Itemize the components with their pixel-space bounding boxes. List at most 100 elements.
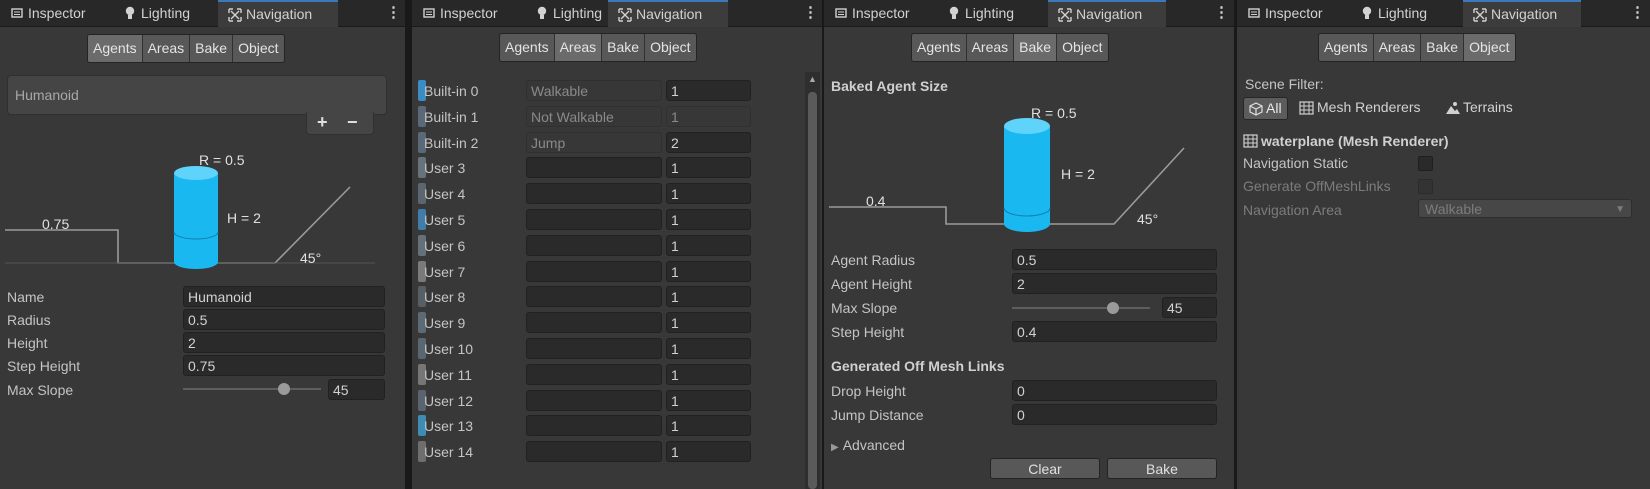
panel-menu-icon[interactable]: ⋮ bbox=[803, 0, 818, 26]
filter-all-button[interactable]: All bbox=[1243, 97, 1288, 120]
jump-distance-field[interactable]: 0 bbox=[1012, 404, 1217, 425]
baked-agent-diagram: R = 0.5 H = 2 0.4 45° bbox=[829, 105, 1185, 232]
slope-label: 45° bbox=[300, 250, 321, 266]
subtab-areas[interactable]: Areas bbox=[554, 34, 603, 61]
subtab-object[interactable]: Object bbox=[1464, 34, 1515, 61]
subtab-areas[interactable]: Areas bbox=[1374, 34, 1422, 61]
panel-menu-icon[interactable]: ⋮ bbox=[386, 0, 401, 26]
tab-navigation[interactable]: Navigation bbox=[218, 0, 338, 27]
remove-agent-button[interactable]: − bbox=[347, 112, 358, 133]
area-name-field[interactable] bbox=[526, 183, 662, 205]
step-height-field[interactable]: 0.4 bbox=[1012, 321, 1217, 342]
drop-height-field[interactable]: 0 bbox=[1012, 380, 1217, 401]
area-name-label: User 6 bbox=[424, 237, 466, 254]
area-name-field[interactable] bbox=[526, 157, 662, 179]
area-list: Built-in 0 Walkable 1 Built-in 1 Not Walkabl… bbox=[412, 72, 804, 489]
tab-lighting[interactable]: Lighting bbox=[937, 0, 1040, 26]
agent-radius-field[interactable]: 0.5 bbox=[1012, 249, 1217, 270]
radius-field[interactable]: 0.5 bbox=[183, 309, 385, 330]
area-cost-field[interactable]: 1 bbox=[666, 363, 751, 385]
area-name-label: User 9 bbox=[424, 315, 466, 332]
subtab-agents[interactable]: Agents bbox=[88, 35, 143, 62]
area-name-label: User 14 bbox=[424, 444, 474, 461]
bake-button[interactable]: Bake bbox=[1107, 458, 1217, 479]
area-list-scrollbar[interactable]: ▲ bbox=[805, 72, 820, 489]
subtab-bar: Agents Areas Bake Object bbox=[911, 33, 1109, 62]
generate-offmeshlinks-checkbox[interactable] bbox=[1418, 179, 1433, 194]
step-height-label: Step Height bbox=[831, 324, 905, 340]
agent-list-item[interactable]: Humanoid bbox=[15, 87, 79, 103]
area-row: User 8 1 bbox=[412, 286, 804, 308]
area-cost-field[interactable]: 1 bbox=[666, 209, 751, 230]
agent-height-field[interactable]: 2 bbox=[1012, 273, 1217, 294]
subtab-agents[interactable]: Agents bbox=[500, 34, 555, 61]
area-name-label: User 7 bbox=[424, 263, 466, 280]
step-height-field[interactable]: 0.75 bbox=[183, 355, 385, 376]
subtab-bake[interactable]: Bake bbox=[190, 35, 234, 62]
name-field[interactable]: Humanoid bbox=[183, 286, 385, 307]
advanced-foldout[interactable]: ▶ Advanced bbox=[831, 437, 905, 453]
subtab-object[interactable]: Object bbox=[233, 35, 283, 62]
area-cost-field[interactable]: 1 bbox=[666, 234, 751, 256]
area-row: User 6 1 bbox=[412, 234, 804, 257]
tab-inspector[interactable]: Inspector bbox=[412, 0, 522, 26]
subtab-bake[interactable]: Bake bbox=[602, 34, 646, 61]
clear-button[interactable]: Clear bbox=[990, 458, 1100, 479]
subtab-object[interactable]: Object bbox=[645, 34, 695, 61]
navigation-area-dropdown[interactable]: Walkable ▼ bbox=[1418, 199, 1632, 218]
subtab-agents[interactable]: Agents bbox=[1319, 34, 1374, 61]
area-cost-field[interactable]: 1 bbox=[666, 312, 751, 334]
area-name-field[interactable] bbox=[526, 209, 662, 230]
area-name-field[interactable] bbox=[526, 363, 662, 385]
navigation-static-checkbox[interactable] bbox=[1418, 156, 1433, 171]
tab-inspector[interactable]: Inspector bbox=[0, 0, 110, 26]
subtab-agents[interactable]: Agents bbox=[912, 34, 967, 61]
area-cost-field[interactable]: 2 bbox=[666, 131, 751, 153]
scrollbar-thumb[interactable] bbox=[808, 92, 817, 489]
max-slope-slider-track[interactable] bbox=[183, 388, 321, 390]
area-name-label: User 11 bbox=[424, 366, 472, 383]
area-name-field[interactable] bbox=[526, 234, 662, 256]
tab-inspector[interactable]: Inspector bbox=[1237, 0, 1347, 26]
max-slope-field[interactable]: 45 bbox=[1162, 297, 1217, 318]
area-name-field[interactable] bbox=[526, 286, 662, 308]
max-slope-slider-thumb[interactable] bbox=[278, 383, 290, 395]
area-name-field[interactable] bbox=[526, 338, 662, 359]
subtab-bake[interactable]: Bake bbox=[1014, 34, 1058, 61]
area-cost-field[interactable]: 1 bbox=[666, 389, 751, 411]
max-slope-slider-thumb[interactable] bbox=[1107, 302, 1119, 314]
area-cost-field[interactable]: 1 bbox=[666, 260, 751, 282]
subtab-object[interactable]: Object bbox=[1057, 34, 1107, 61]
area-row: User 9 1 bbox=[412, 312, 804, 334]
area-name-field[interactable] bbox=[526, 389, 662, 411]
tab-lighting[interactable]: Lighting bbox=[1350, 0, 1453, 26]
tab-lighting[interactable]: Lighting bbox=[113, 0, 216, 26]
tab-navigation[interactable]: Navigation bbox=[1463, 0, 1581, 27]
area-cost-field[interactable]: 1 bbox=[666, 183, 751, 205]
area-cost-field[interactable]: 1 bbox=[666, 286, 751, 308]
area-name-field[interactable] bbox=[526, 312, 662, 334]
subtab-areas[interactable]: Areas bbox=[143, 35, 191, 62]
area-name-field[interactable] bbox=[526, 260, 662, 282]
area-cost-field[interactable]: 1 bbox=[666, 338, 751, 359]
max-slope-slider-track[interactable] bbox=[1012, 307, 1150, 309]
subtab-areas[interactable]: Areas bbox=[967, 34, 1015, 61]
area-cost-field[interactable]: 1 bbox=[666, 441, 751, 463]
panel-menu-icon[interactable]: ⋮ bbox=[1214, 0, 1229, 26]
tab-navigation[interactable]: Navigation bbox=[608, 0, 728, 27]
tab-label: Inspector bbox=[440, 5, 498, 21]
area-cost-field[interactable]: 1 bbox=[666, 80, 751, 101]
area-name-field[interactable] bbox=[526, 415, 662, 437]
area-cost-field[interactable]: 1 bbox=[666, 157, 751, 179]
subtab-bake[interactable]: Bake bbox=[1421, 34, 1465, 61]
max-slope-field[interactable]: 45 bbox=[328, 379, 385, 400]
tab-inspector[interactable]: Inspector bbox=[824, 0, 934, 26]
panel-menu-icon[interactable]: ⋮ bbox=[1630, 0, 1645, 26]
tab-navigation[interactable]: Navigation bbox=[1048, 0, 1166, 27]
add-agent-button[interactable]: + bbox=[317, 112, 328, 133]
scroll-up-icon[interactable]: ▲ bbox=[808, 74, 817, 84]
selected-object-label: waterplane (Mesh Renderer) bbox=[1261, 133, 1449, 149]
height-field[interactable]: 2 bbox=[183, 332, 385, 353]
area-cost-field[interactable]: 1 bbox=[666, 415, 751, 437]
area-name-field[interactable] bbox=[526, 441, 662, 463]
